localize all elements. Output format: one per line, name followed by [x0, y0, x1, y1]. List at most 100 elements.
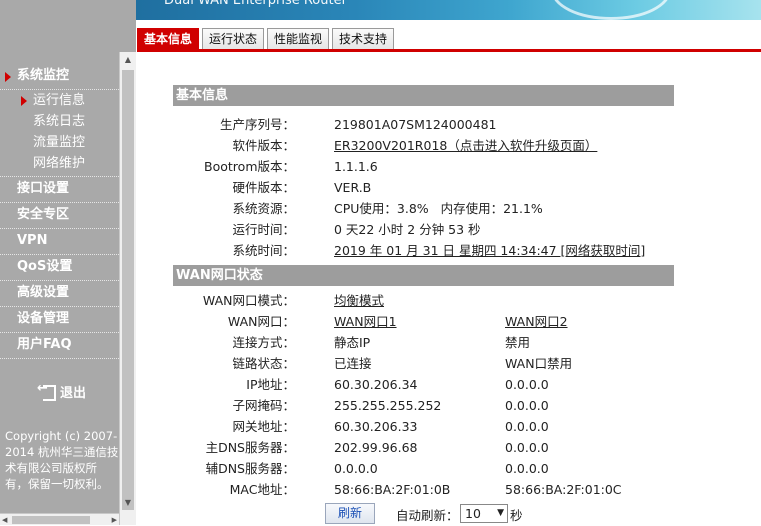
system-time-link[interactable]: 2019 年 01 月 31 日 星期四 14:34:47 [网络获取时间] [334, 240, 645, 261]
refresh-unit: 秒 [510, 508, 523, 523]
mac-address-wan1: 58:66:BA:2F:01:0B [334, 482, 451, 497]
uptime-label: 运行时间： [232, 222, 295, 237]
sidebar-subitem-label: 流量监控 [33, 135, 86, 150]
copyright-text: Copyright (c) 2007-2014 杭州华三通信技术有限公司版权所有… [5, 429, 119, 491]
refresh-interval-select[interactable]: 10 ▼ [460, 504, 508, 523]
sidebar-item-system-monitor[interactable]: 系统监控 [0, 64, 119, 90]
sidebar-item-label: VPN [17, 233, 48, 248]
secondary-dns-label: 辅DNS服务器： [205, 461, 295, 476]
row-bootrom: Bootrom版本： 1.1.1.6 [173, 156, 713, 177]
link-status-label: 链路状态： [232, 356, 295, 371]
scroll-right-icon[interactable]: ▶ [112, 514, 117, 526]
scroll-left-icon[interactable]: ◀ [2, 514, 7, 526]
bootrom-value: 1.1.1.6 [334, 159, 378, 174]
sidebar-menu: 系统监控 运行信息 系统日志 流量监控 网络维护 接口设置 安全专区 VPN Q… [0, 64, 119, 359]
tab-tech-support[interactable]: 技术支持 [332, 28, 395, 50]
resource-label: 系统资源： [232, 201, 295, 216]
row-software: 软件版本： ER3200V201R018（点击进入软件升级页面） [173, 135, 713, 156]
row-resources: 系统资源： CPU使用：3.8% 内存使用：21.1% [173, 198, 713, 219]
sidebar-item-security[interactable]: 安全专区 [0, 203, 119, 229]
scroll-up-icon[interactable]: ▲ [120, 52, 136, 68]
row-primary-dns: 主DNS服务器： 202.99.96.68 0.0.0.0 [173, 437, 713, 458]
sidebar-subitem-system-log[interactable]: 系统日志 [0, 111, 119, 132]
refresh-controls: 刷新 自动刷新： 10 ▼ 秒 [173, 503, 713, 525]
banner-strip: Dual WAN Enterprise Router [136, 0, 761, 20]
top-banner: Dual WAN Enterprise Router [0, 0, 761, 28]
row-ip-address: IP地址： 60.30.206.34 0.0.0.0 [173, 374, 713, 395]
sidebar-item-label: 安全专区 [17, 207, 70, 222]
mac-address-label: MAC地址： [229, 482, 295, 497]
sidebar-subitem-network-maintenance[interactable]: 网络维护 [0, 153, 119, 174]
logout-icon [37, 381, 56, 401]
row-serial: 生产序列号： 219801A07SM124000481 [173, 114, 713, 135]
sidebar-item-device-management[interactable]: 设备管理 [0, 307, 119, 333]
uptime-value: 0 天22 小时 2 分钟 53 秒 [334, 222, 481, 237]
bootrom-label: Bootrom版本： [204, 159, 295, 174]
tab-bar: 基本信息 运行状态 性能监视 技术支持 [137, 28, 397, 50]
sidebar-item-advanced[interactable]: 高级设置 [0, 281, 119, 307]
row-link-status: 链路状态： 已连接 WAN口禁用 [173, 353, 713, 374]
serial-label: 生产序列号： [219, 117, 295, 132]
banner-decoration [551, 0, 671, 20]
wan-port1-link[interactable]: WAN网口1 [334, 311, 397, 332]
row-subnet-mask: 子网掩码： 255.255.255.252 0.0.0.0 [173, 395, 713, 416]
link-status-wan2: WAN口禁用 [505, 356, 573, 371]
tab-running-status[interactable]: 运行状态 [202, 28, 265, 50]
ip-address-wan2: 0.0.0.0 [505, 377, 549, 392]
row-system-time: 系统时间： 2019 年 01 月 31 日 星期四 14:34:47 [网络获… [173, 240, 713, 261]
sidebar-subitem-traffic-monitor[interactable]: 流量监控 [0, 132, 119, 153]
wan-port2-link[interactable]: WAN网口2 [505, 311, 568, 332]
sidebar: 系统监控 运行信息 系统日志 流量监控 网络维护 接口设置 安全专区 VPN Q… [0, 28, 136, 525]
secondary-dns-wan1: 0.0.0.0 [334, 461, 378, 476]
row-wan-port: WAN网口： WAN网口1 WAN网口2 [173, 311, 713, 332]
refresh-interval-value: 10 [465, 506, 481, 521]
row-secondary-dns: 辅DNS服务器： 0.0.0.0 0.0.0.0 [173, 458, 713, 479]
row-uptime: 运行时间： 0 天22 小时 2 分钟 53 秒 [173, 219, 713, 240]
tab-basic-info[interactable]: 基本信息 [137, 28, 200, 50]
gateway-label: 网关地址： [232, 419, 295, 434]
connection-type-wan2: 禁用 [505, 335, 531, 350]
sidebar-item-label: 接口设置 [17, 181, 70, 196]
mac-address-wan2: 58:66:BA:2F:01:0C [505, 482, 622, 497]
sidebar-item-interface[interactable]: 接口设置 [0, 177, 119, 203]
sidebar-subitem-running-info[interactable]: 运行信息 [0, 90, 119, 111]
sidebar-item-faq[interactable]: 用户FAQ [0, 333, 119, 359]
row-hardware: 硬件版本： VER.B [173, 177, 713, 198]
scrollbar-thumb[interactable] [12, 516, 90, 524]
ip-address-wan1: 60.30.206.34 [334, 377, 418, 392]
gateway-wan2: 0.0.0.0 [505, 419, 549, 434]
tab-performance[interactable]: 性能监视 [267, 28, 330, 50]
primary-dns-wan1: 202.99.96.68 [334, 440, 418, 455]
scrollbar-thumb[interactable] [122, 70, 134, 510]
sidebar-vertical-scrollbar[interactable]: ▲ ▼ [119, 52, 136, 525]
ip-address-label: IP地址： [246, 377, 295, 392]
wan-mode-link[interactable]: 均衡模式 [334, 290, 384, 311]
subnet-mask-wan2: 0.0.0.0 [505, 398, 549, 413]
chevron-down-icon: ▼ [497, 508, 504, 518]
sidebar-horizontal-scrollbar[interactable]: ◀ ▶ [0, 513, 119, 525]
primary-dns-label: 主DNS服务器： [205, 440, 295, 455]
scroll-down-icon[interactable]: ▼ [120, 495, 136, 511]
sidebar-item-qos[interactable]: QoS设置 [0, 255, 119, 281]
software-version-link[interactable]: ER3200V201R018（点击进入软件升级页面） [334, 135, 597, 156]
logout-button[interactable]: 退出 [37, 381, 86, 401]
row-wan-mode: WAN网口模式： 均衡模式 [173, 290, 713, 311]
sidebar-submenu: 运行信息 系统日志 流量监控 网络维护 [0, 90, 119, 177]
auto-refresh-label: 自动刷新： [396, 508, 459, 523]
subnet-mask-label: 子网掩码： [232, 398, 295, 413]
triangle-right-icon [5, 72, 11, 82]
sidebar-item-label: 用户FAQ [17, 337, 72, 352]
refresh-button[interactable]: 刷新 [325, 503, 375, 524]
sidebar-item-label: 设备管理 [17, 311, 70, 326]
connection-type-label: 连接方式： [232, 335, 295, 350]
banner-title: Dual WAN Enterprise Router [164, 0, 347, 8]
sidebar-item-vpn[interactable]: VPN [0, 229, 119, 255]
sidebar-subitem-label: 网络维护 [33, 156, 86, 171]
row-mac-address: MAC地址： 58:66:BA:2F:01:0B 58:66:BA:2F:01:… [173, 479, 713, 500]
sidebar-item-label: QoS设置 [17, 259, 73, 274]
secondary-dns-wan2: 0.0.0.0 [505, 461, 549, 476]
sidebar-subitem-label: 系统日志 [33, 114, 86, 129]
triangle-right-icon [21, 96, 27, 106]
hardware-label: 硬件版本： [232, 180, 295, 195]
tab-underline [137, 49, 761, 52]
